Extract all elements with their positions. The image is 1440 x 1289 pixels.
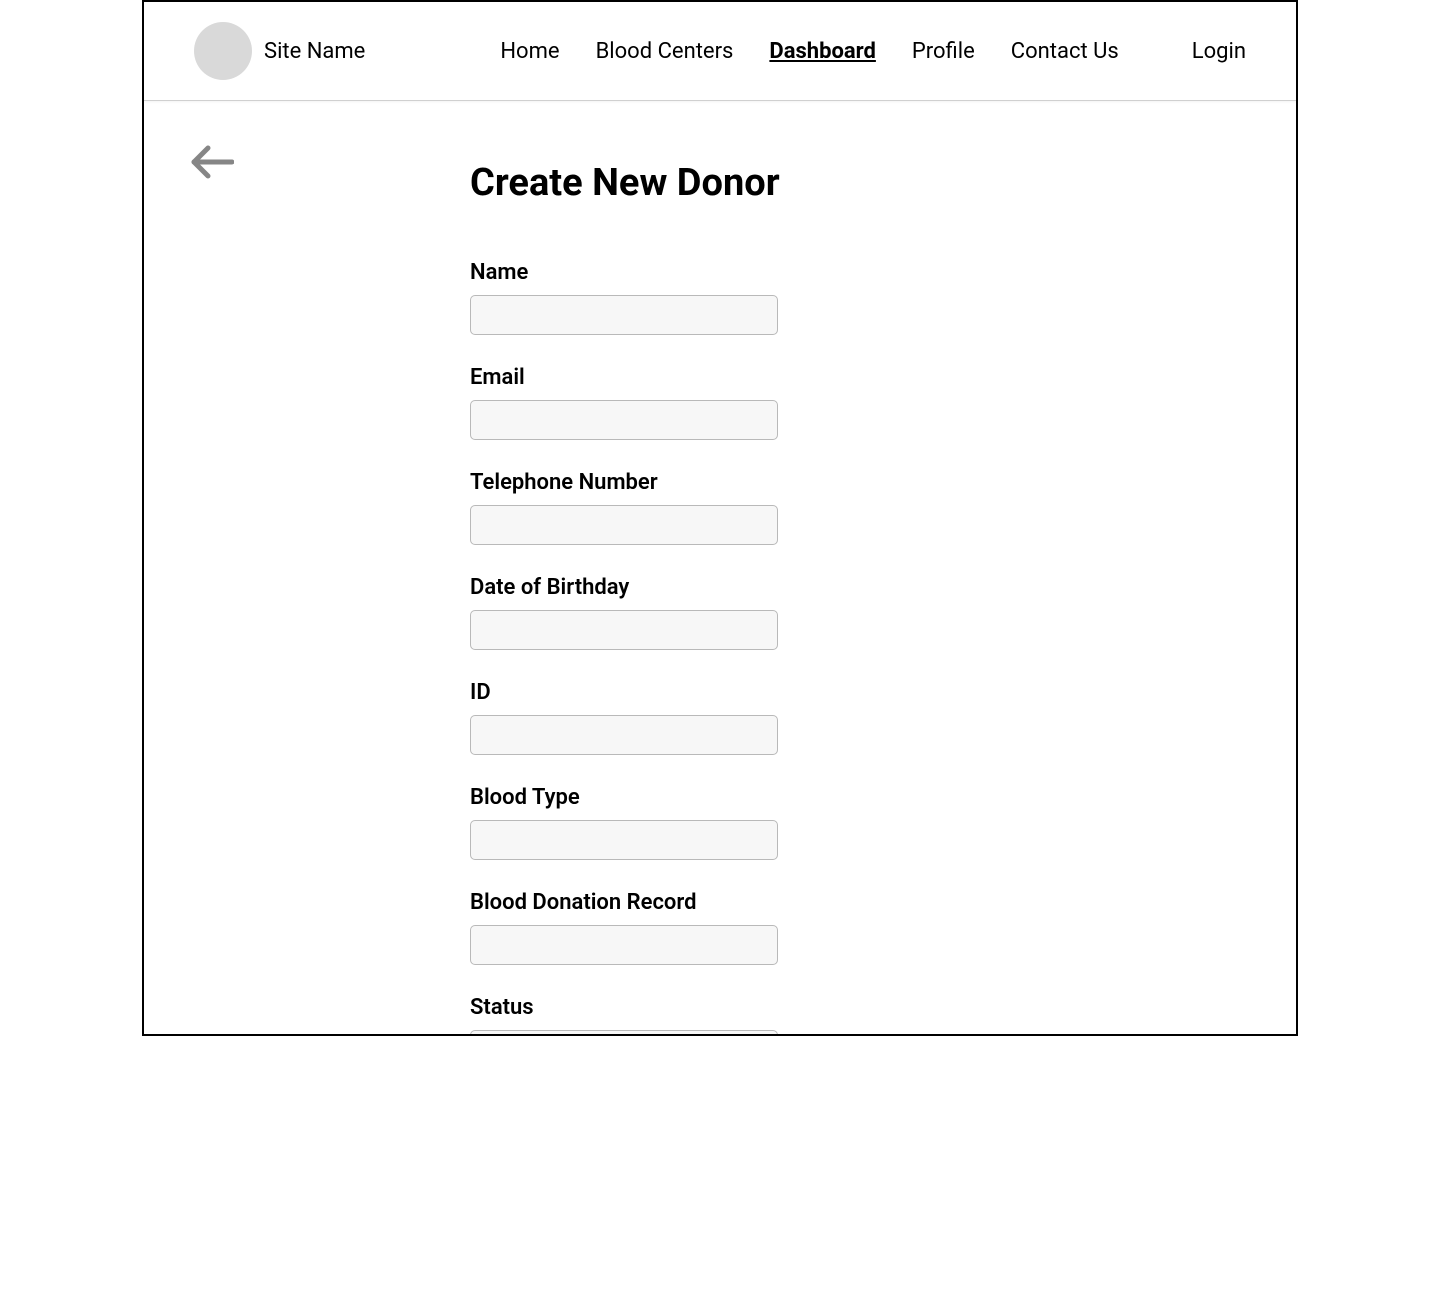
field-donation-record: Blood Donation Record xyxy=(470,890,970,965)
field-telephone: Telephone Number xyxy=(470,470,970,545)
nav-profile[interactable]: Profile xyxy=(912,39,975,64)
field-dob: Date of Birthday xyxy=(470,575,970,650)
label-telephone: Telephone Number xyxy=(470,470,970,495)
header: Site Name Home Blood Centers Dashboard P… xyxy=(144,2,1296,101)
login-link[interactable]: Login xyxy=(1192,39,1246,64)
app-frame: Site Name Home Blood Centers Dashboard P… xyxy=(142,0,1298,1036)
back-arrow-icon[interactable] xyxy=(190,143,234,181)
label-id: ID xyxy=(470,680,970,705)
form-wrap: Create New Donor Name Email Telephone Nu… xyxy=(470,161,970,1034)
input-status[interactable] xyxy=(470,1030,778,1034)
page-title: Create New Donor xyxy=(470,161,780,205)
nav-blood-centers[interactable]: Blood Centers xyxy=(596,39,734,64)
label-blood-type: Blood Type xyxy=(470,785,970,810)
label-name: Name xyxy=(470,260,970,285)
logo-icon xyxy=(194,22,252,80)
input-dob[interactable] xyxy=(470,610,778,650)
nav-contact-us[interactable]: Contact Us xyxy=(1011,39,1119,64)
label-dob: Date of Birthday xyxy=(470,575,970,600)
input-telephone[interactable] xyxy=(470,505,778,545)
field-id: ID xyxy=(470,680,970,755)
field-name: Name xyxy=(470,260,970,335)
donor-form: Name Email Telephone Number Date of Birt… xyxy=(470,260,970,1034)
content: Create New Donor Name Email Telephone Nu… xyxy=(144,101,1296,1034)
input-email[interactable] xyxy=(470,400,778,440)
nav-dashboard[interactable]: Dashboard xyxy=(769,39,876,64)
site-name: Site Name xyxy=(264,39,365,64)
label-donation-record: Blood Donation Record xyxy=(470,890,970,915)
input-blood-type[interactable] xyxy=(470,820,778,860)
label-email: Email xyxy=(470,365,970,390)
input-donation-record[interactable] xyxy=(470,925,778,965)
field-email: Email xyxy=(470,365,970,440)
field-status: Status xyxy=(470,995,970,1034)
input-id[interactable] xyxy=(470,715,778,755)
logo-group: Site Name xyxy=(194,22,365,80)
input-name[interactable] xyxy=(470,295,778,335)
field-blood-type: Blood Type xyxy=(470,785,970,860)
main-nav: Home Blood Centers Dashboard Profile Con… xyxy=(500,39,1118,64)
label-status: Status xyxy=(470,995,970,1020)
nav-home[interactable]: Home xyxy=(500,39,559,64)
